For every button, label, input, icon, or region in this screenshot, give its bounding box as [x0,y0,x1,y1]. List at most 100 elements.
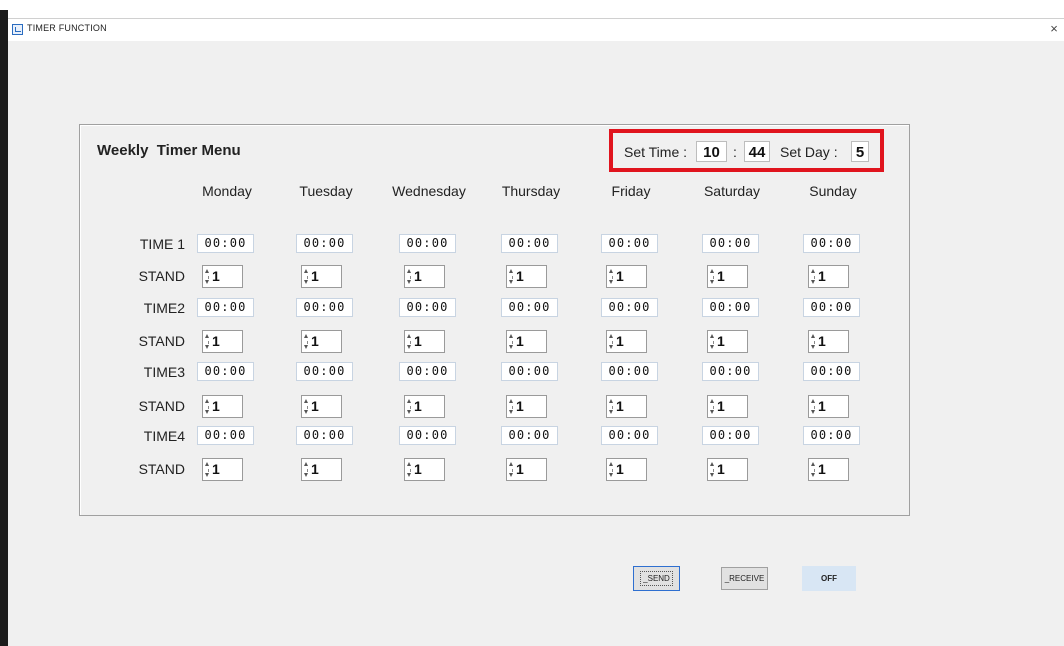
time-input[interactable]: 00:00 [501,298,558,317]
spinner-arrows-icon[interactable] [509,269,513,284]
time-input[interactable]: 00:00 [702,362,759,381]
time-input[interactable]: 00:00 [702,234,759,253]
time-input[interactable]: 00:00 [197,234,254,253]
stand-spinner[interactable]: 1 [808,330,849,353]
time-input[interactable]: 00:00 [399,426,456,445]
stand-spinner[interactable]: 1 [808,265,849,288]
stand-spinner[interactable]: 1 [506,395,547,418]
stand-spinner[interactable]: 1 [404,395,445,418]
time-input[interactable]: 00:00 [501,234,558,253]
spinner-arrows-icon[interactable] [710,334,714,349]
time-input[interactable]: 00:00 [296,362,353,381]
time-input[interactable]: 00:00 [296,426,353,445]
time-input[interactable]: 00:00 [399,234,456,253]
set-time-hour[interactable]: 10 [696,141,727,162]
send-button[interactable]: _SEND [633,566,680,591]
stand-value: 1 [311,398,319,414]
time-input[interactable]: 00:00 [601,426,658,445]
spinner-arrows-icon[interactable] [407,399,411,414]
stand-spinner[interactable]: 1 [506,330,547,353]
spinner-arrows-icon[interactable] [811,334,815,349]
spinner-arrows-icon[interactable] [205,462,209,477]
stand-spinner[interactable]: 1 [606,395,647,418]
stand-spinner[interactable]: 1 [707,330,748,353]
spinner-arrows-icon[interactable] [205,334,209,349]
time-input[interactable]: 00:00 [501,426,558,445]
spinner-arrows-icon[interactable] [205,399,209,414]
spinner-arrows-icon[interactable] [609,334,613,349]
stand-value: 1 [616,268,624,284]
stand-spinner[interactable]: 1 [707,265,748,288]
time-input[interactable]: 00:00 [702,298,759,317]
time-input[interactable]: 00:00 [601,362,658,381]
time-input[interactable]: 00:00 [197,298,254,317]
spinner-arrows-icon[interactable] [407,462,411,477]
spinner-arrows-icon[interactable] [407,334,411,349]
stand-spinner[interactable]: 1 [404,330,445,353]
stand-spinner[interactable]: 1 [202,265,243,288]
stand-spinner[interactable]: 1 [202,330,243,353]
spinner-arrows-icon[interactable] [811,399,815,414]
spinner-arrows-icon[interactable] [304,399,308,414]
stand-spinner[interactable]: 1 [202,458,243,481]
time-separator: : [733,144,737,160]
time-input[interactable]: 00:00 [296,298,353,317]
stand-spinner[interactable]: 1 [707,458,748,481]
time-input[interactable]: 00:00 [803,234,860,253]
stand-value: 1 [717,461,725,477]
spinner-arrows-icon[interactable] [509,462,513,477]
off-button[interactable]: OFF [802,566,856,591]
stand-spinner[interactable]: 1 [404,458,445,481]
day-header-saturday: Saturday [703,183,761,199]
time-input[interactable]: 00:00 [803,426,860,445]
time-input[interactable]: 00:00 [803,362,860,381]
spinner-arrows-icon[interactable] [609,462,613,477]
spinner-arrows-icon[interactable] [304,462,308,477]
set-day-label: Set Day : [780,144,838,160]
spinner-arrows-icon[interactable] [710,399,714,414]
stand-spinner[interactable]: 1 [404,265,445,288]
time-input[interactable]: 00:00 [601,298,658,317]
stand-row-label: STAND [138,268,185,284]
time-input[interactable]: 00:00 [803,298,860,317]
stand-spinner[interactable]: 1 [202,395,243,418]
time-input[interactable]: 00:00 [501,362,558,381]
spinner-arrows-icon[interactable] [609,269,613,284]
time-input[interactable]: 00:00 [296,234,353,253]
spinner-arrows-icon[interactable] [407,269,411,284]
spinner-arrows-icon[interactable] [304,269,308,284]
spinner-arrows-icon[interactable] [811,462,815,477]
spinner-arrows-icon[interactable] [509,399,513,414]
stand-spinner[interactable]: 1 [301,265,342,288]
stand-spinner[interactable]: 1 [506,265,547,288]
time-input[interactable]: 00:00 [399,362,456,381]
time-input[interactable]: 00:00 [702,426,759,445]
time-input[interactable]: 00:00 [399,298,456,317]
stand-spinner[interactable]: 1 [606,265,647,288]
stand-spinner[interactable]: 1 [301,395,342,418]
set-day-value[interactable]: 5 [851,141,869,162]
stand-spinner[interactable]: 1 [808,458,849,481]
stand-spinner[interactable]: 1 [301,330,342,353]
spinner-arrows-icon[interactable] [811,269,815,284]
stand-value: 1 [818,333,826,349]
spinner-arrows-icon[interactable] [710,462,714,477]
stand-spinner[interactable]: 1 [707,395,748,418]
time-input[interactable]: 00:00 [197,426,254,445]
time-input[interactable]: 00:00 [601,234,658,253]
stand-spinner[interactable]: 1 [506,458,547,481]
receive-button[interactable]: _RECEIVE [721,567,768,590]
set-time-minute[interactable]: 44 [744,141,770,162]
spinner-arrows-icon[interactable] [509,334,513,349]
stand-spinner[interactable]: 1 [301,458,342,481]
stand-value: 1 [516,461,524,477]
close-icon[interactable]: × [1046,21,1062,37]
spinner-arrows-icon[interactable] [304,334,308,349]
spinner-arrows-icon[interactable] [609,399,613,414]
spinner-arrows-icon[interactable] [710,269,714,284]
stand-spinner[interactable]: 1 [808,395,849,418]
spinner-arrows-icon[interactable] [205,269,209,284]
stand-spinner[interactable]: 1 [606,458,647,481]
time-input[interactable]: 00:00 [197,362,254,381]
stand-spinner[interactable]: 1 [606,330,647,353]
